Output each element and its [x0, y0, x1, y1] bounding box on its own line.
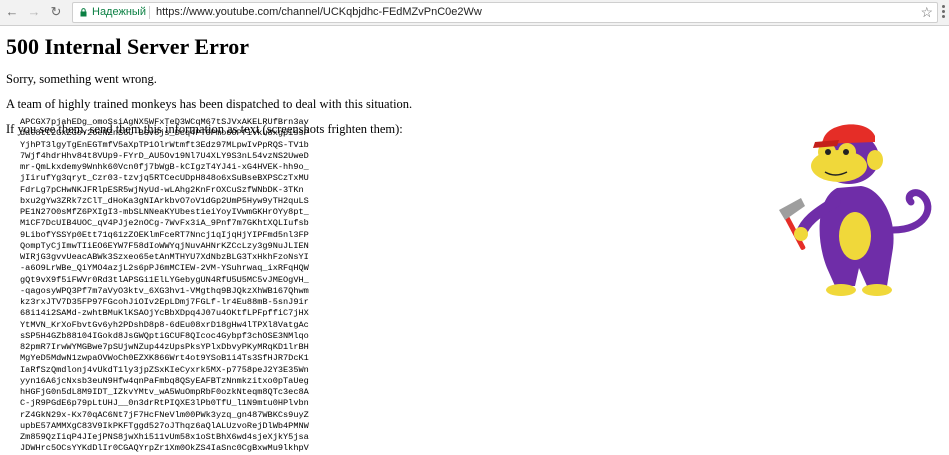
- forward-arrow-icon[interactable]: →: [26, 4, 42, 20]
- secure-label: Надежный: [92, 6, 146, 18]
- error-message: Sorry, something went wrong.: [6, 72, 157, 86]
- browser-menu-icon[interactable]: [940, 5, 946, 21]
- error-info-line: WIRjG3gvvUeacABWk3Szxeo65etAnMTHYU7XdNbz…: [20, 252, 309, 262]
- browser-toolbar: ← → ↻ Надежный https://www.youtube.com/c…: [0, 0, 949, 26]
- error-info-line: mr-QmLkxdemy9Wnhk60Vcn0fj7bWgB-kCIgzT4YJ…: [20, 162, 309, 172]
- error-info-line: QompTyCjImwTIiEO6EYW7F58dIoWWYqjNuvAHNrK…: [20, 240, 309, 251]
- reload-icon[interactable]: ↻: [48, 4, 64, 20]
- error-info-line: -a6O9LrWBe_QiYMO4azjL2s6pPJ6mMCIEW-2VM-Y…: [20, 263, 309, 274]
- error-info-line: YtMVN_KrXoFbvtGv6yh2PDshD8p8-6dEu08xrD18…: [20, 319, 309, 330]
- error-info-line: kz3rxJTV7D35FP97FGcohJiOIv2EpLDmj7FGLf-l…: [20, 297, 309, 307]
- error-info-line: APCGX7pjahEDg_omoSsiAgNX5WFxTeD3WCqM67tS…: [20, 117, 309, 127]
- error-info-line: rZ4GkN29x-Kx70qAC6Nt7jF7HcFNeVlm00PWk3yz…: [20, 409, 309, 420]
- error-info-line: jIirufYg3qryt_Czr03-tzvjq5RTCecUDpH848o6…: [20, 173, 309, 184]
- error-info-line: YjhPT3lgyTgEnEGTmfV5aXpTP1OlrWtmft3Edz97…: [20, 139, 309, 150]
- error-info-line: 9LibofYSSYp0Ett71q61zZOEKlmFceRT7Nncj1qI…: [20, 229, 309, 240]
- error-info-line: 68i14i2SAMd-zwhtBMuKlKSAOjYcBbXDpq4J07u4…: [20, 308, 309, 319]
- error-info-line: FdrLg7pCHwNKJFRlpESR5wjNyUd-wLAhg2KnFrOX…: [20, 184, 304, 195]
- error-info-line: yyn16A6jcNxsb3euN9Hfw4qnPaFmbq8QSyEAFBTz…: [20, 375, 309, 386]
- address-separator: [149, 6, 150, 19]
- url-text[interactable]: https://www.youtube.com/channel/UCKqbjdh…: [156, 6, 482, 18]
- monkey-with-hammer-illustration: [779, 124, 932, 296]
- error-info-line: M1CF7DcUIB4UOC_qV4PJje2nOCg-7WvFx3iA_9Pn…: [20, 218, 309, 229]
- error-info-line: daC8tt2GxZGoY26eNZnS6U-BGv8js_Dcq4PT0Pmo…: [20, 128, 309, 139]
- error-info-line: gQt9vX9f5iFWVr0Rd3tlAPSGi1ElLYGebygUN4Rf…: [20, 274, 309, 285]
- error-info-line: upbE57AMMXgC83V9IkPKFTggd527oJThqz6aQlAL…: [20, 420, 309, 431]
- error-info-line: MgYeD5MdwN1zwpaOVWoCh0EZXK866Wrt4ot9YSoB…: [20, 353, 309, 364]
- error-info-text: APCGX7pjahEDg_omoSsiAgNX5WFxTeD3WCqM67tS…: [20, 117, 350, 455]
- address-bar[interactable]: Надежный https://www.youtube.com/channel…: [72, 2, 938, 23]
- error-explanation: A team of highly trained monkeys has bee…: [6, 97, 413, 111]
- error-info-line: C-jR9PGdE6p79pLtUHJ__0n3drRtPIQXE3lPb0Tf…: [20, 398, 309, 409]
- error-info-line: PE1N27O0sMfZ6PXIgI3-mbSLNNeaKYUbestieiYo…: [20, 207, 309, 217]
- error-info-line: bxu2gYw3ZRk7zClT_dHoKa3gNIArkbvO7oV1dGp2…: [20, 195, 309, 206]
- error-info-line: IaRfSzQmdlonj4vUkdT1ly3jpZSxKIeCyxrk5MX-…: [20, 364, 309, 375]
- error-info-line: JDWHrc5OCsYYKdDlIr0CGAQYrpZr1Xm0OkZS4IaS…: [20, 443, 309, 454]
- error-info-line: 7Wjf4hdrHhv84t8VUp9-FYrD_AU5Ov19Nl7U4XLY…: [20, 150, 309, 161]
- error-info-line: hHGFjG0n5dL8M9IDT_IZkvYMtv_wA5WuOmpRbF0o…: [20, 387, 309, 397]
- back-arrow-icon[interactable]: ←: [4, 4, 20, 20]
- error-info-line: -qagosyWPQ3Pf7m7aVyO3ktv_6XG3hv1-VMgthq9…: [20, 285, 309, 296]
- bookmark-star-icon[interactable]: ☆: [920, 4, 933, 20]
- error-info-line: Zm859QzIiqP4JIejPNS8jwXhi511vUm58x1oStBh…: [20, 432, 309, 442]
- page-title: 500 Internal Server Error: [6, 34, 249, 59]
- error-info-line: 82pmR7IrwWYMGBwe7pSUjwNZup44zUpsPksYPlxD…: [20, 342, 309, 352]
- lock-icon: [80, 8, 87, 17]
- error-info-line: sSP5H4GZb88104IGokd8JsGWQptiGCUF8QIcoc4G…: [20, 330, 309, 341]
